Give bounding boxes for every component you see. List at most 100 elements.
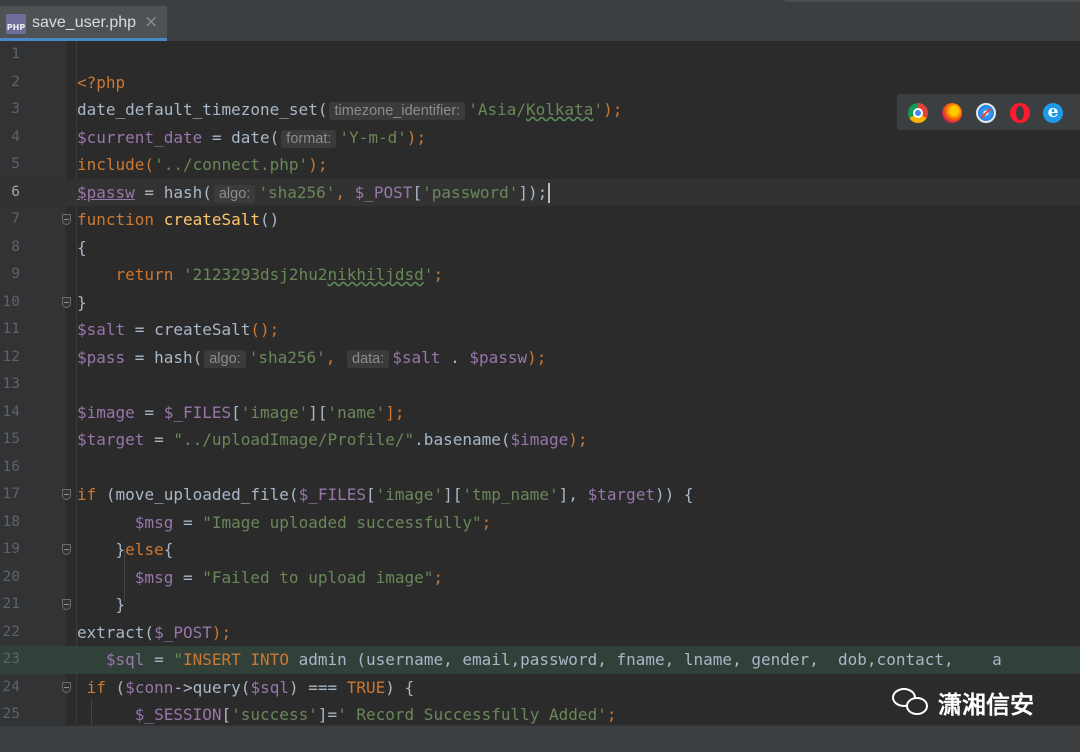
string-token: "Image uploaded successfully" bbox=[202, 512, 482, 532]
code-text: function createSalt() bbox=[77, 206, 279, 234]
code-line[interactable]: 19 }else{ bbox=[0, 536, 1080, 564]
code-line[interactable]: 5 include('../connect.php'); bbox=[0, 151, 1080, 179]
code-line[interactable]: 8 { bbox=[0, 234, 1080, 262]
fold-toggle-icon[interactable] bbox=[62, 681, 71, 693]
code-line[interactable]: 22 extract($_POST); bbox=[0, 619, 1080, 647]
code-token: (); bbox=[250, 320, 280, 339]
code-token: = createSalt bbox=[125, 320, 251, 339]
code-token: .basename( bbox=[414, 430, 511, 449]
line-number: 2 bbox=[11, 73, 20, 90]
line-number: 15 bbox=[2, 431, 20, 447]
code-text: return '2123293dsj2hu2nikhiljdsd'; bbox=[77, 261, 444, 289]
fold-toggle-icon[interactable] bbox=[62, 599, 71, 610]
variable-token: $_FILES bbox=[163, 402, 232, 422]
tab-save-user-php[interactable]: PHP save_user.php × bbox=[0, 6, 167, 41]
variable-token: $current_date bbox=[77, 127, 203, 147]
code-token: ]); bbox=[518, 182, 548, 202]
sql-text-token: admin (username, email,password, fname, … bbox=[288, 650, 1002, 669]
code-token: } bbox=[115, 595, 126, 614]
opera-icon[interactable] bbox=[1010, 103, 1030, 123]
code-text: $target = "../uploadImage/Profile/".base… bbox=[77, 426, 588, 454]
string-token: " bbox=[173, 650, 183, 669]
line-number: 16 bbox=[2, 458, 20, 475]
watermark-text: 潇湘信安 bbox=[938, 690, 1034, 719]
code-line[interactable]: 15 $target = "../uploadImage/Profile/".b… bbox=[0, 426, 1080, 454]
string-token: ' Record Successfully Added' bbox=[337, 705, 607, 724]
line-number: 12 bbox=[2, 348, 20, 365]
code-line[interactable]: 13 bbox=[0, 371, 1080, 399]
line-number: 5 bbox=[11, 156, 20, 172]
code-token: ( bbox=[115, 677, 126, 697]
chrome-icon[interactable] bbox=[908, 103, 928, 123]
code-line[interactable]: 2 <?php bbox=[0, 69, 1080, 97]
code-line[interactable]: 10 } bbox=[0, 289, 1080, 317]
code-text: <?php bbox=[77, 69, 125, 97]
code-line[interactable]: 1 bbox=[0, 41, 1080, 69]
variable-token: $sql bbox=[105, 650, 145, 669]
code-line[interactable]: 7 function createSalt() bbox=[0, 206, 1080, 234]
text-caret bbox=[548, 183, 551, 203]
variable-token: $msg bbox=[134, 512, 174, 532]
string-token: 'image' bbox=[375, 485, 444, 504]
code-line-current[interactable]: 6 $passw = hash(algo:'sha256', $_POST['p… bbox=[0, 178, 1080, 206]
code-text: { bbox=[77, 234, 87, 262]
code-token: include( bbox=[77, 155, 155, 174]
code-token: ) { bbox=[385, 677, 415, 697]
code-line[interactable]: 14 $image = $_FILES['image']['name']; bbox=[0, 399, 1080, 427]
code-token: , bbox=[335, 182, 355, 202]
fold-toggle-icon[interactable] bbox=[62, 489, 71, 500]
code-line[interactable]: 20 $msg = "Failed to upload image"; bbox=[0, 564, 1080, 592]
string-token: 'password' bbox=[422, 182, 519, 202]
line-number: 8 bbox=[11, 238, 20, 255]
keyword-token: if bbox=[86, 677, 116, 697]
variable-token: $conn bbox=[125, 677, 174, 697]
editor-tab-bar: PHP save_user.php × bbox=[0, 0, 1080, 42]
string-token: nikhiljdsd bbox=[327, 265, 424, 284]
variable-token: $passw bbox=[469, 347, 528, 367]
fold-toggle-icon[interactable] bbox=[62, 214, 71, 225]
keyword-token: function bbox=[77, 210, 164, 229]
code-line[interactable]: 18 $msg = "Image uploaded successfully"; bbox=[0, 509, 1080, 537]
code-token: = bbox=[173, 512, 203, 532]
variable-token: $salt bbox=[77, 320, 126, 339]
code-token: = bbox=[144, 430, 174, 449]
code-token: date_default_timezone_set( bbox=[77, 100, 328, 119]
variable-token: $pass bbox=[77, 347, 126, 367]
safari-icon[interactable] bbox=[976, 103, 996, 123]
fold-toggle-icon[interactable] bbox=[62, 544, 71, 555]
code-line[interactable]: 12 $pass = hash(algo:'sha256', data: $sal… bbox=[0, 344, 1080, 372]
parameter-hint: timezone_identifier: bbox=[329, 102, 466, 120]
code-line-highlighted[interactable]: 23 $sql = "INSERT INTO admin (username, … bbox=[0, 646, 1080, 674]
close-icon[interactable]: × bbox=[144, 12, 158, 32]
ie-icon[interactable]: e bbox=[1043, 103, 1063, 123]
browser-preview-toolbar: e bbox=[897, 94, 1080, 130]
code-token: ]= bbox=[317, 705, 338, 724]
code-token: (move_uploaded_file( bbox=[105, 485, 299, 504]
code-line[interactable]: 11 $salt = createSalt(); bbox=[0, 316, 1080, 344]
code-line[interactable]: 16 bbox=[0, 454, 1080, 482]
code-line[interactable]: 9 return '2123293dsj2hu2nikhiljdsd'; bbox=[0, 261, 1080, 289]
code-line[interactable]: 17 if (move_uploaded_file($_FILES['image… bbox=[0, 481, 1080, 509]
code-token: } bbox=[115, 540, 126, 559]
code-token: = hash( bbox=[134, 182, 212, 202]
php-file-icon: PHP bbox=[6, 14, 26, 34]
code-line[interactable]: 21 } bbox=[0, 591, 1080, 619]
variable-token: $_FILES bbox=[298, 485, 366, 504]
variable-token: $_SESSION bbox=[134, 705, 222, 724]
line-number: 21 bbox=[2, 596, 20, 612]
fold-toggle-icon[interactable] bbox=[62, 296, 71, 308]
code-token: = date( bbox=[202, 127, 280, 147]
parameter-hint: algo: bbox=[213, 184, 256, 203]
watermark: 潇湘信安 bbox=[892, 684, 1034, 720]
php-open-tag: <?php bbox=[77, 72, 126, 92]
firefox-icon[interactable] bbox=[942, 103, 962, 123]
code-token: ); bbox=[527, 347, 547, 367]
line-number: 4 bbox=[11, 128, 20, 145]
code-token: () bbox=[260, 210, 280, 229]
code-text: $salt = createSalt(); bbox=[77, 316, 279, 344]
